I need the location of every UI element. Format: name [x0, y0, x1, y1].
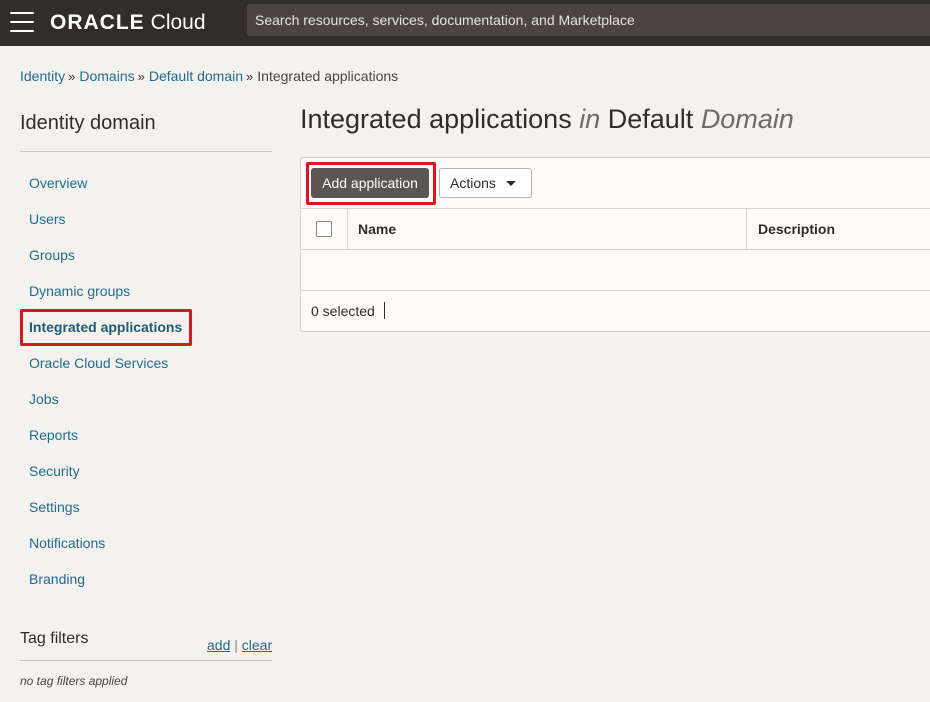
logo-cloud-text: Cloud: [150, 11, 206, 34]
breadcrumb-domains[interactable]: Domains: [79, 68, 134, 84]
breadcrumb-separator: »: [246, 68, 254, 84]
add-application-button[interactable]: Add application: [311, 168, 429, 198]
search-input[interactable]: Search resources, services, documentatio…: [247, 4, 930, 36]
sidebar-item-dynamic-groups[interactable]: Dynamic groups: [20, 273, 272, 309]
sidebar-item-users[interactable]: Users: [20, 201, 272, 237]
column-header-description[interactable]: Description: [758, 221, 835, 237]
sidebar-divider: [20, 151, 272, 152]
search-placeholder: Search resources, services, documentatio…: [255, 12, 635, 28]
selected-count: 0 selected: [311, 303, 375, 319]
tag-filters-title: Tag filters: [20, 630, 89, 647]
page-title-default: Default: [607, 104, 694, 134]
hamburger-menu-icon[interactable]: [10, 12, 34, 32]
column-header-name[interactable]: Name: [358, 221, 396, 237]
page-title-in: in: [579, 104, 601, 134]
sidebar-item-security[interactable]: Security: [20, 453, 272, 489]
sidebar-item-groups[interactable]: Groups: [20, 237, 272, 273]
sidebar-item-reports[interactable]: Reports: [20, 417, 272, 453]
caret-down-icon: [505, 180, 516, 186]
tag-filter-add-link[interactable]: add: [207, 637, 230, 653]
column-divider: [347, 209, 348, 249]
sidebar-item-integrated-applications[interactable]: Integrated applications: [20, 309, 272, 345]
actions-dropdown-button[interactable]: Actions: [439, 168, 532, 198]
tag-filters-empty-text: no tag filters applied: [20, 674, 128, 688]
tag-filter-links: add | clear: [207, 637, 272, 653]
logo-oracle-text: ORACLE: [50, 11, 145, 34]
select-all-checkbox[interactable]: [316, 221, 332, 237]
sidebar-item-branding[interactable]: Branding: [20, 561, 272, 597]
page-title: Integrated applications in Default Domai…: [300, 104, 794, 135]
table-footer-divider: [301, 290, 930, 291]
tag-filters-divider: [20, 660, 272, 661]
sidebar-item-jobs[interactable]: Jobs: [20, 381, 272, 417]
breadcrumb-current: Integrated applications: [257, 68, 399, 84]
column-divider: [746, 209, 747, 249]
breadcrumb-identity[interactable]: Identity: [20, 68, 65, 84]
tag-filter-clear-link[interactable]: clear: [242, 637, 272, 653]
actions-label: Actions: [450, 175, 496, 191]
sidebar-item-settings[interactable]: Settings: [20, 489, 272, 525]
breadcrumb-separator: »: [137, 68, 145, 84]
breadcrumb-default-domain[interactable]: Default domain: [149, 68, 243, 84]
breadcrumb: Identity » Domains » Default domain » In…: [20, 68, 398, 84]
sidebar-nav: Overview Users Groups Dynamic groups Int…: [20, 165, 272, 597]
sidebar-item-overview[interactable]: Overview: [20, 165, 272, 201]
oracle-cloud-logo[interactable]: ORACLE Cloud: [50, 6, 206, 40]
page-title-domain: Domain: [700, 104, 794, 134]
sidebar-item-notifications[interactable]: Notifications: [20, 525, 272, 561]
sidebar-item-oracle-cloud-services[interactable]: Oracle Cloud Services: [20, 345, 272, 381]
tag-filter-divider: |: [234, 637, 238, 653]
page-title-main: Integrated applications: [300, 104, 572, 134]
top-bar: ORACLE Cloud Search resources, services,…: [0, 0, 930, 46]
sidebar-title: Identity domain: [20, 112, 156, 134]
breadcrumb-separator: »: [68, 68, 76, 84]
text-cursor: [384, 302, 385, 319]
